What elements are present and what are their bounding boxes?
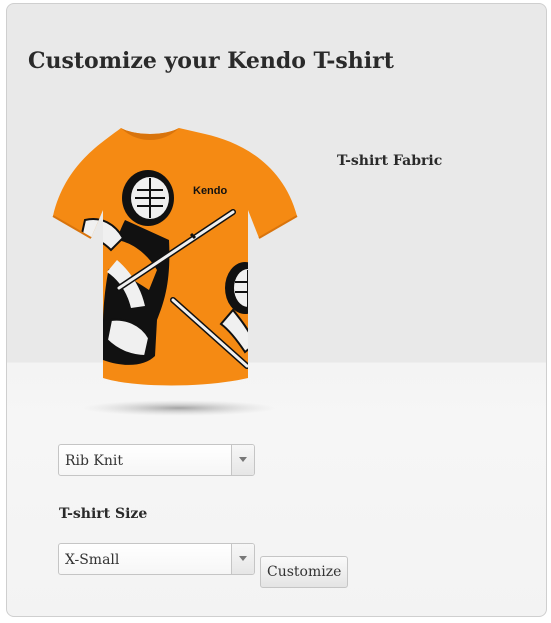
fabric-selected-value: Rib Knit bbox=[65, 453, 124, 469]
customize-button[interactable]: Customize bbox=[260, 556, 349, 588]
shirt-shadow bbox=[83, 400, 275, 416]
page-title: Customize your Kendo T-shirt bbox=[28, 48, 394, 74]
size-dropdown[interactable]: X-Small bbox=[58, 543, 255, 575]
size-label: T-shirt Size bbox=[59, 506, 148, 522]
customize-panel: Customize your Kendo T-shirt Kendo T-shi… bbox=[6, 3, 547, 617]
tshirt-image: Kendo bbox=[52, 128, 298, 416]
kendo-logo: Kendo bbox=[193, 185, 228, 197]
chevron-down-icon bbox=[239, 556, 247, 561]
shirt-body bbox=[53, 128, 297, 386]
fabric-dropdown-toggle[interactable] bbox=[231, 445, 254, 475]
tshirt-preview: Kendo bbox=[45, 120, 299, 420]
fabric-dropdown[interactable]: Rib Knit bbox=[58, 444, 255, 476]
size-selected-value: X-Small bbox=[65, 552, 120, 568]
fabric-label: T-shirt Fabric bbox=[337, 153, 443, 169]
chevron-down-icon bbox=[239, 457, 247, 462]
size-dropdown-toggle[interactable] bbox=[231, 544, 254, 574]
